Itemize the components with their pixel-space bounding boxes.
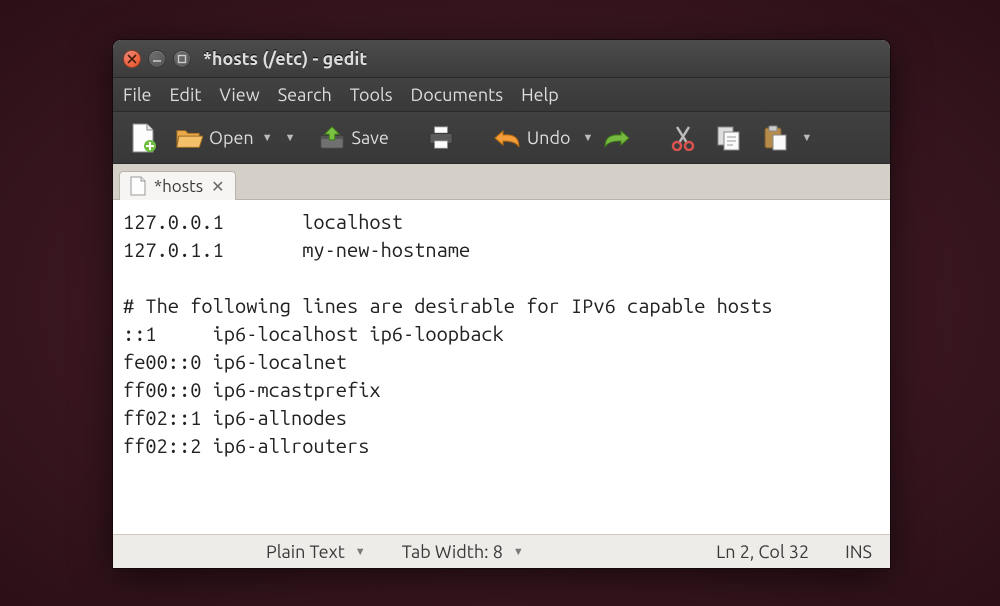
tabbar: *hosts ✕ <box>113 164 890 200</box>
titlebar[interactable]: *hosts (/etc) - gedit <box>113 40 890 78</box>
editor-textarea[interactable]: 127.0.0.1 localhost 127.0.1.1 my-new-hos… <box>113 200 890 534</box>
open-folder-icon <box>175 124 203 152</box>
toolbar: Open ▼ ▼ Save Undo ▼ <box>113 112 890 164</box>
paste-icon <box>761 124 789 152</box>
cut-icon <box>669 124 697 152</box>
print-icon <box>427 124 455 152</box>
menubar: File Edit View Search Tools Documents He… <box>113 78 890 112</box>
redo-button[interactable] <box>595 118 639 158</box>
copy-icon <box>715 124 743 152</box>
minimize-icon <box>152 54 162 64</box>
close-button[interactable] <box>123 50 141 68</box>
tab-hosts[interactable]: *hosts ✕ <box>119 171 236 200</box>
tab-label: *hosts <box>154 177 203 196</box>
new-file-icon <box>129 124 157 152</box>
close-icon <box>127 54 137 64</box>
menu-documents[interactable]: Documents <box>411 85 504 105</box>
copy-button[interactable] <box>707 118 751 158</box>
status-cursor-position: Ln 2, Col 32 <box>698 542 827 562</box>
open-button[interactable]: Open ▼ <box>167 118 281 158</box>
undo-icon <box>493 124 521 152</box>
menu-search[interactable]: Search <box>278 85 332 105</box>
window-title: *hosts (/etc) - gedit <box>203 49 367 69</box>
toolbar-overflow-icon[interactable]: ▼ <box>801 132 812 144</box>
status-tabwidth[interactable]: Tab Width: 8▼ <box>384 542 542 562</box>
menu-help[interactable]: Help <box>521 85 559 105</box>
maximize-icon <box>177 54 187 64</box>
save-button[interactable]: Save <box>310 118 397 158</box>
paste-button[interactable] <box>753 118 797 158</box>
menu-file[interactable]: File <box>123 85 152 105</box>
cut-button[interactable] <box>661 118 705 158</box>
save-icon <box>318 124 346 152</box>
chevron-down-icon: ▼ <box>513 546 524 558</box>
statusbar: Plain Text▼ Tab Width: 8▼ Ln 2, Col 32 I… <box>113 534 890 568</box>
chevron-down-icon: ▼ <box>262 132 273 144</box>
minimize-button[interactable] <box>148 50 166 68</box>
new-button[interactable] <box>121 118 165 158</box>
redo-icon <box>603 124 631 152</box>
tab-close-icon[interactable]: ✕ <box>211 177 224 196</box>
undo-button[interactable]: Undo <box>485 118 579 158</box>
save-label: Save <box>352 128 389 148</box>
maximize-button[interactable] <box>173 50 191 68</box>
chevron-down-icon: ▼ <box>355 546 366 558</box>
menu-tools[interactable]: Tools <box>350 85 393 105</box>
open-label: Open <box>209 128 254 148</box>
undo-label: Undo <box>527 128 571 148</box>
print-button[interactable] <box>419 118 463 158</box>
status-language[interactable]: Plain Text▼ <box>248 542 384 562</box>
menu-edit[interactable]: Edit <box>170 85 202 105</box>
undo-dropdown[interactable]: ▼ <box>583 132 594 144</box>
window-controls <box>123 50 191 68</box>
file-icon <box>130 176 146 196</box>
open-dropdown[interactable]: ▼ <box>285 132 296 144</box>
status-insert-mode: INS <box>827 542 890 562</box>
gedit-window: *hosts (/etc) - gedit File Edit View Sea… <box>113 40 890 568</box>
menu-view[interactable]: View <box>219 85 259 105</box>
